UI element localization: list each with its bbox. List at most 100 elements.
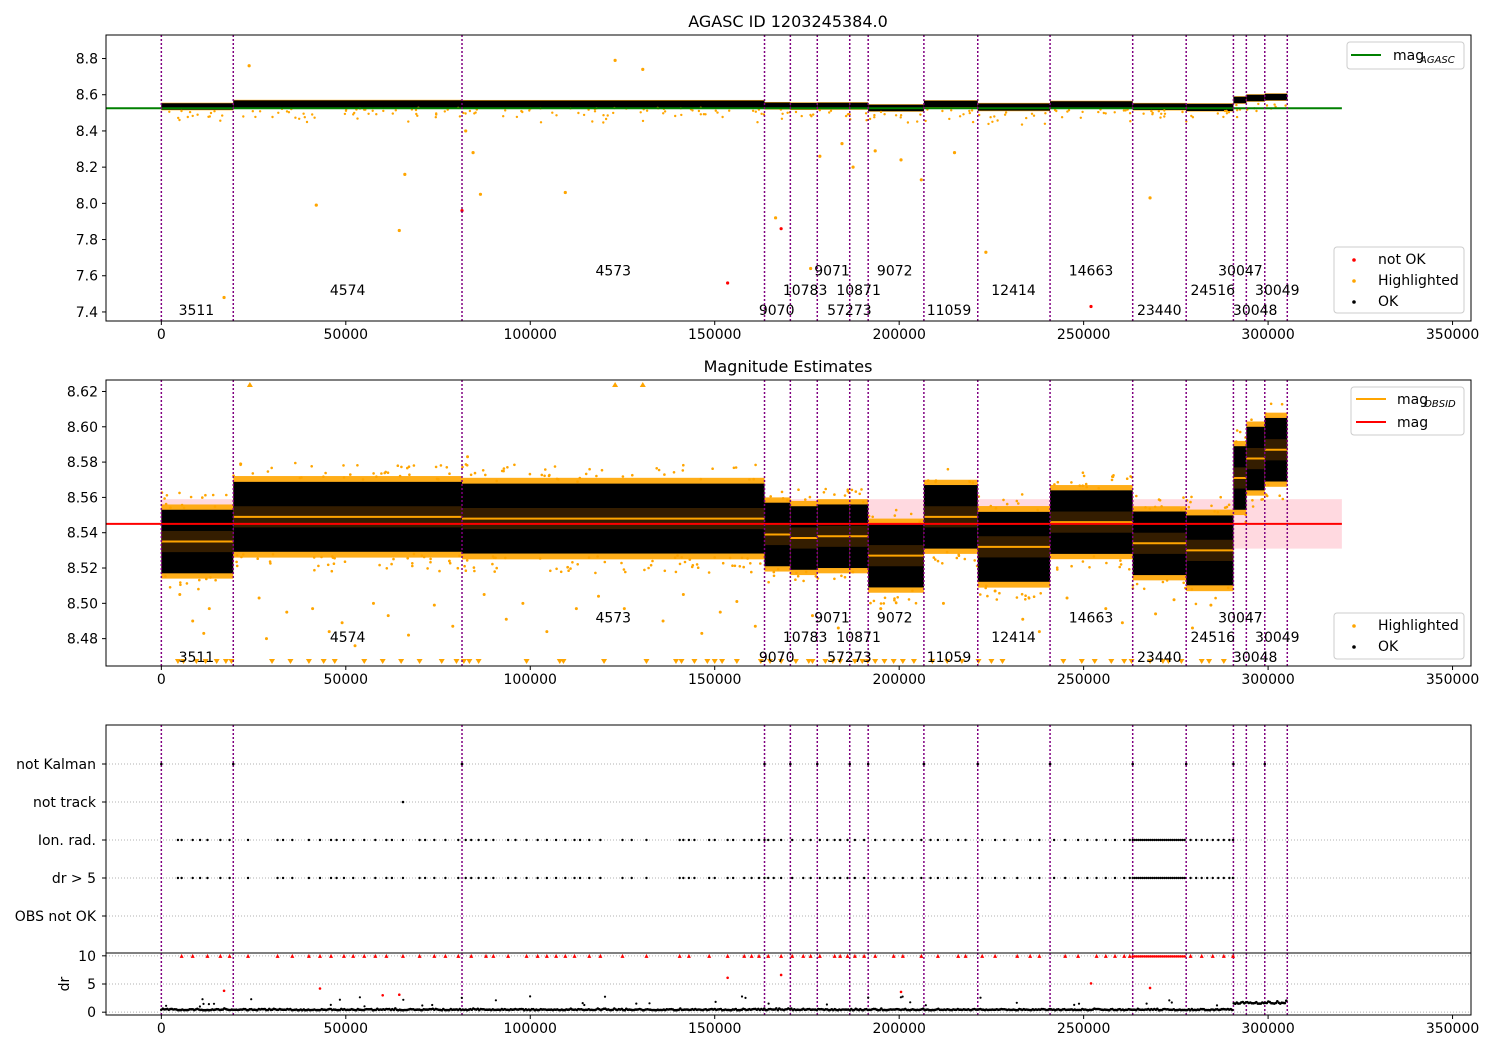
obsid-label: 9070 bbox=[759, 650, 795, 666]
obsid-label: 4573 bbox=[595, 263, 631, 279]
flag-ion-rad-point bbox=[779, 838, 783, 842]
highlighted-point bbox=[1163, 109, 1166, 112]
highlighted-point bbox=[1209, 603, 1213, 607]
flag-ion-rad-point bbox=[763, 838, 766, 842]
legend-label-ok-2: OK bbox=[1378, 639, 1399, 655]
highlighted-point bbox=[294, 116, 297, 119]
flag-ion-rad-point bbox=[772, 838, 775, 842]
highlighted-point bbox=[1119, 559, 1122, 562]
highlighted-point bbox=[1251, 499, 1254, 502]
flag-dr-gt-5-point bbox=[621, 876, 624, 880]
x-tick-label: 0 bbox=[157, 1021, 166, 1037]
highlighted-point bbox=[310, 465, 314, 468]
flag-ion-rad-point bbox=[1052, 838, 1056, 842]
highlighted-point bbox=[1158, 499, 1162, 502]
highlighted-point bbox=[989, 504, 993, 508]
highlighted-point bbox=[1097, 110, 1100, 114]
highlighted-point bbox=[681, 469, 685, 472]
flag-ion-rad-point bbox=[1113, 838, 1117, 842]
highlighted-point bbox=[1129, 120, 1132, 123]
highlighted-point bbox=[438, 569, 441, 573]
dr-point bbox=[1231, 1008, 1234, 1012]
highlighted-point bbox=[270, 466, 274, 470]
highlighted-point bbox=[504, 109, 507, 112]
highlighted-point bbox=[1235, 103, 1238, 107]
highlighted-point bbox=[168, 110, 171, 114]
highlighted-point bbox=[578, 476, 582, 480]
highlighted-point bbox=[958, 115, 962, 118]
highlighted-point bbox=[1226, 586, 1230, 590]
flag-ion-rad-point bbox=[790, 838, 794, 842]
highlighted-point bbox=[950, 109, 953, 112]
highlighted-point bbox=[415, 112, 418, 116]
highlighted-point bbox=[412, 464, 416, 467]
highlighted-point bbox=[1265, 104, 1269, 107]
highlighted-point bbox=[204, 493, 207, 497]
highlighted-point bbox=[408, 473, 411, 477]
x-tick-label: 250000 bbox=[1057, 1021, 1110, 1037]
highlighted-point bbox=[1278, 494, 1281, 498]
flag-dr-gt-5-point bbox=[1231, 876, 1235, 880]
highlighted-point bbox=[968, 109, 971, 113]
highlighted-point bbox=[1065, 596, 1069, 600]
flag-dr-gt-5-point bbox=[936, 876, 940, 880]
highlighted-point bbox=[1222, 115, 1225, 119]
y-tick-label: 8.62 bbox=[67, 384, 98, 400]
flag-dr-gt-5-point bbox=[682, 876, 685, 880]
flag-dr-gt-5-point bbox=[1104, 876, 1107, 880]
highlighted-point bbox=[1172, 598, 1176, 602]
highlighted-point bbox=[198, 578, 201, 582]
legend-swatch-ok bbox=[1352, 300, 1356, 304]
flag-dr-gt-5-point bbox=[351, 876, 355, 880]
highlighted-point bbox=[587, 556, 591, 559]
category-label: dr > 5 bbox=[52, 871, 96, 887]
x-tick-label: 100000 bbox=[504, 327, 557, 343]
highlighted-point bbox=[833, 493, 836, 496]
flag-ion-rad-point bbox=[1016, 838, 1019, 842]
highlighted-point bbox=[343, 112, 347, 116]
legend-swatch-highlighted bbox=[1352, 279, 1356, 283]
highlighted-point bbox=[254, 115, 257, 119]
highlighted-point bbox=[285, 610, 289, 614]
flag-dr-gt-5-point bbox=[707, 876, 711, 880]
highlighted-point bbox=[165, 494, 169, 497]
highlighted-point bbox=[538, 557, 542, 560]
ok-points-core bbox=[1264, 93, 1288, 101]
flag-not-kalman-point bbox=[1232, 762, 1235, 766]
highlighted-point bbox=[1163, 112, 1167, 116]
flag-ion-rad-point bbox=[433, 838, 436, 842]
flag-dr-gt-5-point bbox=[206, 876, 209, 880]
flag-ion-rad-point bbox=[470, 838, 473, 842]
highlighted-point bbox=[1081, 110, 1084, 114]
dr-axis-label: dr bbox=[57, 976, 73, 991]
y-tick-label: 8.56 bbox=[67, 490, 98, 506]
flag-ion-rad-point bbox=[291, 838, 294, 842]
x-tick-label: 50000 bbox=[324, 1021, 369, 1037]
highlighted-point bbox=[824, 487, 827, 491]
highlighted-point bbox=[356, 117, 359, 120]
flag-ion-rad-point bbox=[1086, 838, 1089, 842]
highlighted-point bbox=[398, 474, 402, 478]
highlighted-point bbox=[1223, 506, 1227, 510]
highlighted-point bbox=[247, 64, 251, 68]
highlighted-point bbox=[557, 478, 560, 481]
dr-point bbox=[1283, 1001, 1287, 1005]
highlighted-point bbox=[384, 470, 388, 474]
x-tick-label: 150000 bbox=[688, 1021, 741, 1037]
highlighted-point bbox=[864, 112, 868, 115]
highlighted-point bbox=[883, 596, 887, 600]
flag-ion-rad-point bbox=[853, 838, 857, 842]
flag-dr-gt-5-point bbox=[219, 876, 222, 880]
highlighted-point bbox=[1020, 123, 1024, 126]
highlighted-point bbox=[239, 462, 242, 466]
flag-ion-rad-point bbox=[1128, 838, 1131, 842]
highlighted-point bbox=[1260, 498, 1263, 501]
y-tick-label: 8.48 bbox=[67, 632, 98, 648]
highlighted-point bbox=[251, 472, 255, 475]
highlighted-point bbox=[591, 120, 594, 123]
highlighted-point bbox=[411, 562, 414, 565]
flag-dr-gt-5-point bbox=[1194, 876, 1198, 880]
highlighted-point bbox=[697, 109, 701, 113]
obsid-label: 57273 bbox=[827, 650, 872, 666]
highlighted-point bbox=[645, 109, 649, 112]
